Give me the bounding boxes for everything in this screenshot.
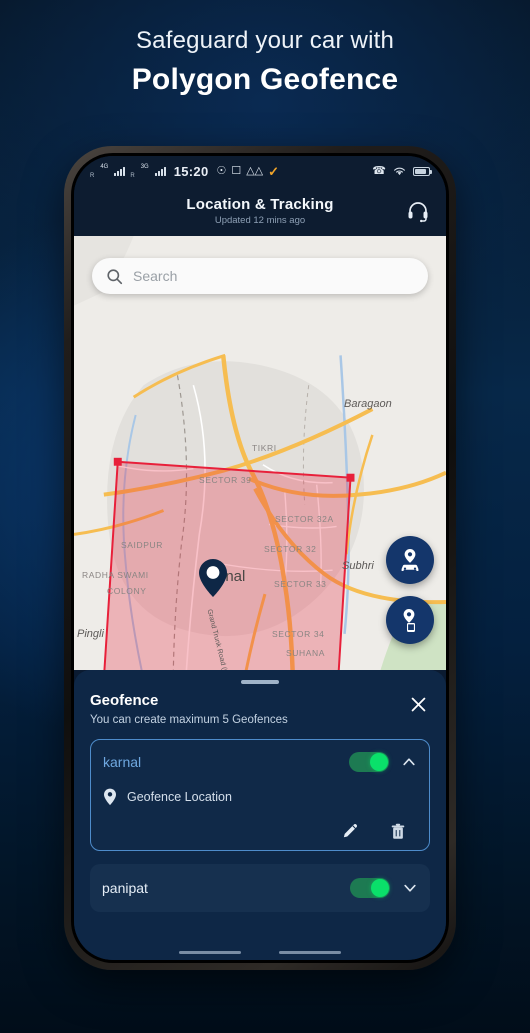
phone-bezel: R 4G R 3G 15:20 ☉ ☐ △△ ✓ ☎ Location & Tr… xyxy=(71,153,449,963)
roaming-badge-1: R xyxy=(90,172,95,179)
geofence-bottom-sheet: Geofence You can create maximum 5 Geofen… xyxy=(74,670,446,960)
map-pin-icon xyxy=(104,788,116,806)
edit-geofence-button[interactable] xyxy=(339,820,361,842)
android-nav-bar xyxy=(74,944,446,960)
sheet-drag-handle[interactable] xyxy=(241,680,279,684)
vehicle-location-fab[interactable] xyxy=(386,536,434,584)
mm-icon: △△ xyxy=(246,164,264,177)
last-updated-text: Updated 12 mins ago xyxy=(214,215,306,226)
network-type-2: 3G xyxy=(140,163,149,170)
sheet-subtitle: You can create maximum 5 Geofences xyxy=(90,714,288,726)
geofence-toggle[interactable] xyxy=(350,878,390,898)
nav-hint-left xyxy=(179,950,241,954)
network-type-1: 4G xyxy=(100,163,109,170)
geofence-location-label: Geofence Location xyxy=(127,790,232,804)
headline: Safeguard your car with Polygon Geofence xyxy=(0,26,530,99)
signal-strength-icon-1 xyxy=(114,166,126,176)
phone-screen: R 4G R 3G 15:20 ☉ ☐ △△ ✓ ☎ Location & Tr… xyxy=(74,156,446,960)
battery-icon xyxy=(413,166,432,176)
status-bar: R 4G R 3G 15:20 ☉ ☐ △△ ✓ ☎ xyxy=(74,156,446,186)
location-pin-icon xyxy=(199,559,227,597)
headline-line-1: Safeguard your car with xyxy=(135,27,395,54)
call-icon: ☎ xyxy=(372,164,386,177)
vehicle-location-marker[interactable] xyxy=(198,558,228,603)
nav-hint-right xyxy=(279,950,341,954)
close-sheet-button[interactable] xyxy=(406,692,430,716)
chevron-down-icon[interactable] xyxy=(402,880,418,896)
delete-geofence-button[interactable] xyxy=(387,820,409,842)
search-bar[interactable] xyxy=(92,258,428,294)
geofence-name: panipat xyxy=(102,880,148,896)
geofence-name: karnal xyxy=(103,754,142,770)
signal-strength-icon-2 xyxy=(154,166,166,176)
support-button[interactable] xyxy=(404,197,432,225)
page-title: Location & Tracking xyxy=(186,196,334,213)
roaming-badge-2: R xyxy=(130,172,135,179)
search-icon xyxy=(107,268,123,284)
trash-icon xyxy=(391,823,405,839)
chevron-up-icon[interactable] xyxy=(401,754,417,770)
search-input[interactable] xyxy=(133,268,414,284)
wifi-icon xyxy=(394,167,405,176)
phone-mockup: R 4G R 3G 15:20 ☉ ☐ △△ ✓ ☎ Location & Tr… xyxy=(64,146,456,970)
pencil-icon xyxy=(343,823,357,837)
headline-line-2: Polygon Geofence xyxy=(131,63,399,96)
headset-icon xyxy=(408,202,428,223)
message-icon: ☐ xyxy=(231,164,242,177)
whatsapp-icon: ☉ xyxy=(216,164,227,177)
pin-car-icon xyxy=(401,549,419,571)
geofence-card-panipat[interactable]: panipat xyxy=(90,864,430,912)
sheet-title: Geofence xyxy=(90,692,159,709)
geofence-toggle[interactable] xyxy=(349,752,389,772)
geofence-card-karnal[interactable]: karnal Geofence Location xyxy=(90,739,430,851)
check-icon: ✓ xyxy=(268,163,280,179)
device-location-fab[interactable] xyxy=(386,596,434,644)
map-view[interactable]: Baragaon TIKRI SECTOR 39 SECTOR 32A SECT… xyxy=(74,236,446,670)
app-header: Location & Tracking Updated 12 mins ago xyxy=(74,186,446,236)
status-bar-clock: 15:20 xyxy=(173,163,209,179)
pin-phone-icon xyxy=(403,609,415,632)
close-icon xyxy=(411,697,425,711)
